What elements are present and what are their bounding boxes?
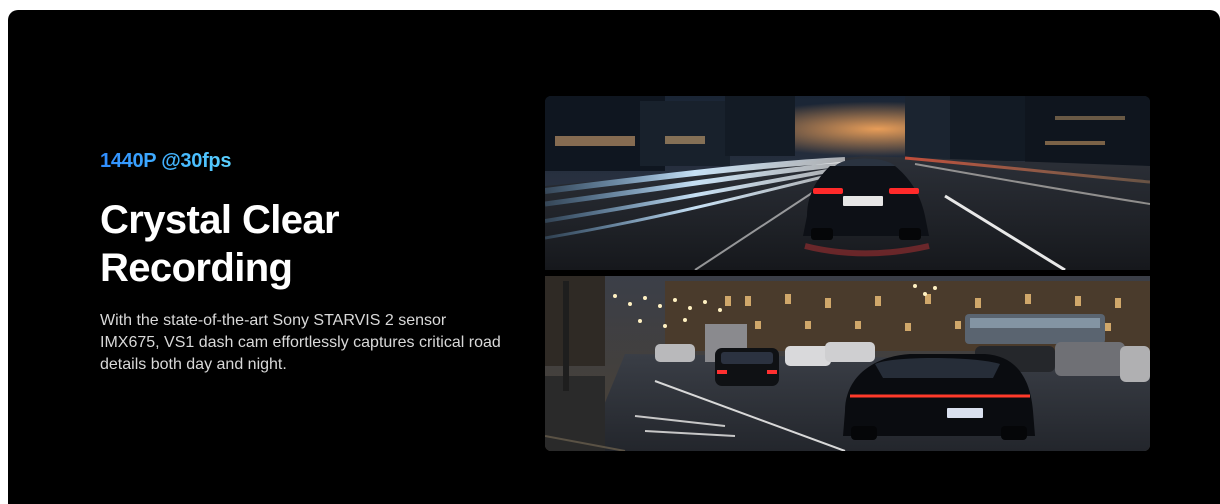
feature-card: 1440P @30fps Crystal Clear Recording Wit… (8, 10, 1220, 504)
page: 1440P @30fps Crystal Clear Recording Wit… (0, 0, 1220, 504)
city-street-photo (545, 276, 1150, 451)
headline-line-2: Recording (100, 246, 293, 290)
resolution-label: 1440P @30fps (100, 150, 232, 172)
feature-headline: Crystal Clear Recording (100, 196, 520, 292)
highway-night-photo (545, 96, 1150, 270)
feature-text: 1440P @30fps Crystal Clear Recording Wit… (100, 148, 520, 376)
feature-description: With the state-of-the-art Sony STARVIS 2… (100, 312, 501, 373)
headline-line-1: Crystal Clear (100, 198, 340, 242)
feature-media (545, 96, 1150, 451)
